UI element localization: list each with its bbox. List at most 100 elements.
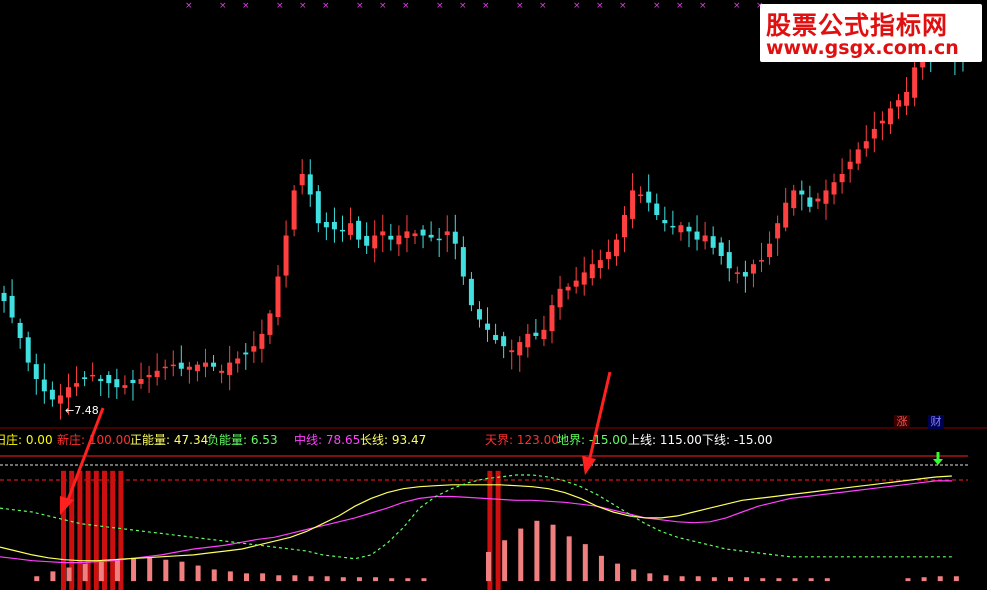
candle-body — [509, 350, 515, 353]
top-marker: × — [436, 1, 444, 11]
label-xiaxian: 下线: -15.00 — [702, 433, 773, 447]
label-funengliang: 负能量: 6.53 — [207, 433, 278, 447]
candle-body — [404, 231, 410, 238]
candle-body — [597, 260, 603, 269]
candle-body — [662, 220, 668, 224]
candle-body — [138, 379, 144, 384]
zhengnengliang-bar — [340, 577, 346, 582]
candle-body — [775, 223, 781, 239]
candle-body — [718, 242, 724, 256]
zhengnengliang-bar — [50, 571, 56, 582]
zhengnengliang-bar — [953, 576, 959, 582]
label-dijie: 地界: -15.00 — [557, 433, 628, 447]
zhengnengliang-bar — [776, 578, 782, 582]
candle-body — [847, 161, 853, 170]
candle-body — [444, 231, 450, 236]
candle-body — [501, 336, 507, 347]
xinzhuang-bar — [110, 470, 116, 590]
candle-body — [356, 220, 362, 240]
candle-body — [49, 389, 55, 400]
candle-body — [315, 191, 321, 224]
top-marker: × — [596, 1, 604, 11]
candle-body — [98, 378, 104, 382]
candle-body — [130, 379, 136, 384]
candle-body — [194, 364, 200, 372]
candle-body — [879, 120, 885, 124]
buy-arrow-head — [933, 459, 943, 465]
candle-body — [863, 141, 869, 149]
zhengnengliang-bar — [308, 576, 314, 582]
arrow-right-shaft — [587, 371, 612, 463]
zhengnengliang-bar — [98, 561, 104, 582]
zhengnengliang-bar — [389, 578, 395, 582]
xinzhuang-bar — [495, 470, 501, 590]
zhang-button[interactable]: 涨 — [894, 415, 910, 429]
zhengnengliang-bar — [518, 528, 524, 582]
candle-body — [815, 198, 821, 202]
candle-body — [912, 67, 918, 98]
candle-body — [605, 251, 611, 259]
top-marker: × — [356, 1, 364, 11]
zhengnengliang-bar — [550, 524, 556, 582]
candle-body — [364, 235, 370, 246]
label-zhongxian: 中线: 78.65 — [294, 433, 361, 447]
candle-body — [686, 226, 692, 232]
candle-body — [759, 260, 765, 262]
candle-body — [57, 395, 63, 404]
label-changxian: 长线: 93.47 — [360, 433, 427, 447]
zhengnengliang-bar — [356, 577, 362, 582]
label-xinzhuang: 新庄: 100.00 — [57, 433, 131, 447]
top-marker: × — [573, 1, 581, 11]
candle-body — [380, 231, 386, 236]
candle-body — [485, 323, 491, 330]
candle-body — [710, 236, 716, 248]
candle-body — [742, 272, 748, 277]
candle-body — [122, 385, 128, 388]
xinzhuang-bar — [61, 470, 66, 590]
zhengnengliang-bar — [824, 578, 830, 582]
candle-body — [323, 222, 329, 228]
candle-body — [904, 92, 910, 106]
candle-body — [517, 342, 523, 356]
candle-body — [388, 235, 394, 240]
zhengnengliang-bar — [147, 557, 153, 582]
candle-body — [114, 379, 120, 388]
candle-body — [549, 305, 555, 332]
candle-body — [243, 352, 249, 355]
zhengnengliang-bar — [163, 559, 169, 582]
buy-signal-arrow — [933, 452, 943, 465]
zhengnengliang-bar — [937, 576, 943, 582]
zhengnengliang-bar — [82, 563, 88, 582]
cai-button[interactable]: 财 — [928, 415, 944, 429]
candle-body — [82, 377, 88, 379]
xinzhuang-bar — [93, 470, 99, 590]
candle-body — [541, 329, 547, 340]
candle-body — [678, 225, 684, 233]
candle-body — [831, 182, 837, 195]
zhengnengliang-bar — [921, 577, 927, 582]
zhengnengliang-bar — [292, 575, 298, 582]
candle-body — [887, 108, 893, 125]
zhengnengliang-bar — [534, 520, 540, 582]
candle-body — [493, 334, 499, 341]
zhengnengliang-bar — [179, 561, 185, 582]
candle-body — [460, 247, 466, 277]
top-marker: × — [242, 1, 250, 11]
top-marker: × — [276, 1, 284, 11]
zhengnengliang-bar — [808, 578, 814, 582]
candle-body — [331, 221, 337, 230]
zhengnengliang-bar — [405, 578, 411, 582]
candle-body — [638, 194, 644, 197]
zhengnengliang-bar — [324, 576, 330, 582]
candle-body — [855, 149, 861, 164]
candle-body — [613, 239, 619, 257]
zhengnengliang-bar — [615, 563, 621, 582]
candlestick-series — [1, 29, 966, 420]
candle-body — [726, 252, 732, 269]
top-marker: × — [402, 1, 410, 11]
candle-body — [235, 358, 241, 364]
zhengnengliang-bar — [744, 577, 750, 582]
candle-body — [871, 128, 877, 139]
series-line-负能量 — [0, 474, 952, 560]
candle-body — [17, 322, 23, 338]
